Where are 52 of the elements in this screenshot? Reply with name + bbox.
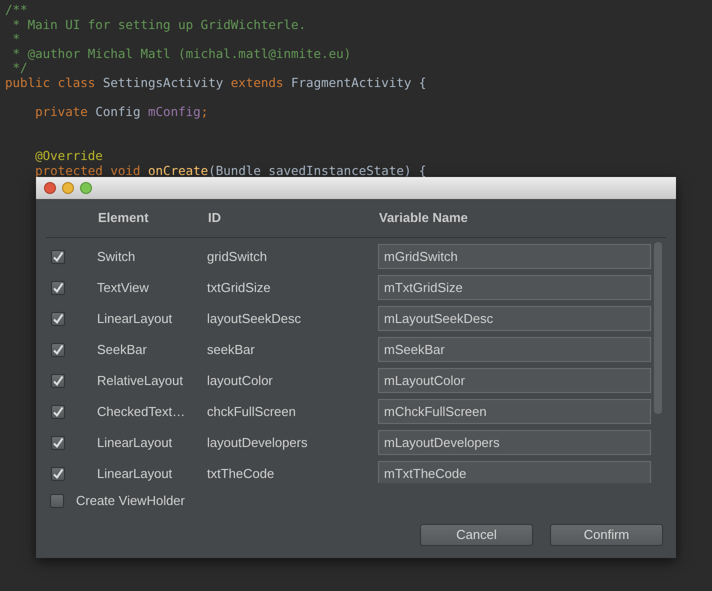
element-cell-text: LinearLayout bbox=[97, 434, 174, 452]
id-cell-text: txtTheCode bbox=[207, 464, 276, 483]
id-cell-text: layoutDevelopers bbox=[207, 434, 308, 452]
code-line: protected void onCreate(Bundle savedInstanceState) { bbox=[34, 164, 428, 178]
input-field[interactable]: mChckFullScreen bbox=[378, 399, 651, 424]
checkbox[interactable] bbox=[51, 280, 65, 294]
zoom-icon[interactable] bbox=[80, 182, 92, 194]
id-cell-text: txtGridSize bbox=[207, 278, 272, 297]
code-line: */ bbox=[12, 61, 29, 76]
dialog-button[interactable]: Cancel bbox=[420, 524, 533, 546]
id-cell-text: gridSwitch bbox=[207, 248, 268, 266]
dialog-button[interactable]: Confirm bbox=[550, 524, 663, 546]
input-field[interactable]: mLayoutDevelopers bbox=[378, 430, 651, 455]
element-cell-text: SeekBar bbox=[97, 340, 148, 359]
element-cell-text: RelativeLayout bbox=[97, 372, 184, 390]
code-line: * Main UI for setting up GridWichterle. bbox=[12, 18, 308, 32]
input-field[interactable]: mLayoutSeekDesc bbox=[378, 306, 651, 331]
column-header: ID bbox=[208, 209, 222, 228]
checkbox-label: Create ViewHolder bbox=[76, 492, 185, 510]
element-cell-text: CheckedText… bbox=[97, 402, 186, 421]
id-cell-text: chckFullScreen bbox=[207, 402, 297, 421]
id-cell-text: layoutSeekDesc bbox=[207, 310, 302, 328]
input-field[interactable]: mSeekBar bbox=[378, 337, 651, 362]
element-cell-text: TextView bbox=[97, 278, 150, 297]
checkbox[interactable] bbox=[51, 312, 65, 326]
input-field[interactable]: mTxtTheCode bbox=[378, 461, 651, 483]
input-field[interactable]: mLayoutColor bbox=[378, 368, 651, 393]
minimize-icon[interactable] bbox=[62, 182, 74, 194]
scrollbar[interactable] bbox=[654, 242, 662, 414]
code-line: private Config mConfig; bbox=[34, 105, 210, 120]
checkbox[interactable] bbox=[51, 342, 65, 356]
element-cell-text: LinearLayout bbox=[97, 310, 174, 328]
checkbox[interactable] bbox=[51, 404, 65, 418]
checkbox[interactable] bbox=[51, 436, 65, 450]
element-cell-text: LinearLayout bbox=[97, 464, 174, 483]
checkbox[interactable] bbox=[50, 494, 64, 508]
column-header: Element bbox=[98, 209, 150, 228]
input-field[interactable]: mGridSwitch bbox=[378, 244, 651, 269]
checkbox[interactable] bbox=[51, 250, 65, 264]
id-cell-text: seekBar bbox=[207, 340, 256, 359]
input-field[interactable]: mTxtGridSize bbox=[378, 275, 651, 300]
checkbox[interactable] bbox=[51, 374, 65, 388]
code-line: @Override bbox=[34, 148, 104, 164]
code-line: * @author Michal Matl (michal.matl@inmite.eu) bbox=[12, 46, 352, 62]
code-line: /** bbox=[4, 3, 29, 18]
checkbox[interactable] bbox=[51, 466, 65, 480]
element-cell-text: Switch bbox=[97, 248, 136, 266]
id-cell-text: layoutColor bbox=[207, 372, 274, 390]
column-header: Variable Name bbox=[379, 209, 469, 228]
code-line: * bbox=[12, 32, 22, 47]
code-line: public class SettingsActivity extends FragmentActivity { bbox=[4, 76, 428, 91]
close-icon[interactable] bbox=[44, 182, 56, 194]
